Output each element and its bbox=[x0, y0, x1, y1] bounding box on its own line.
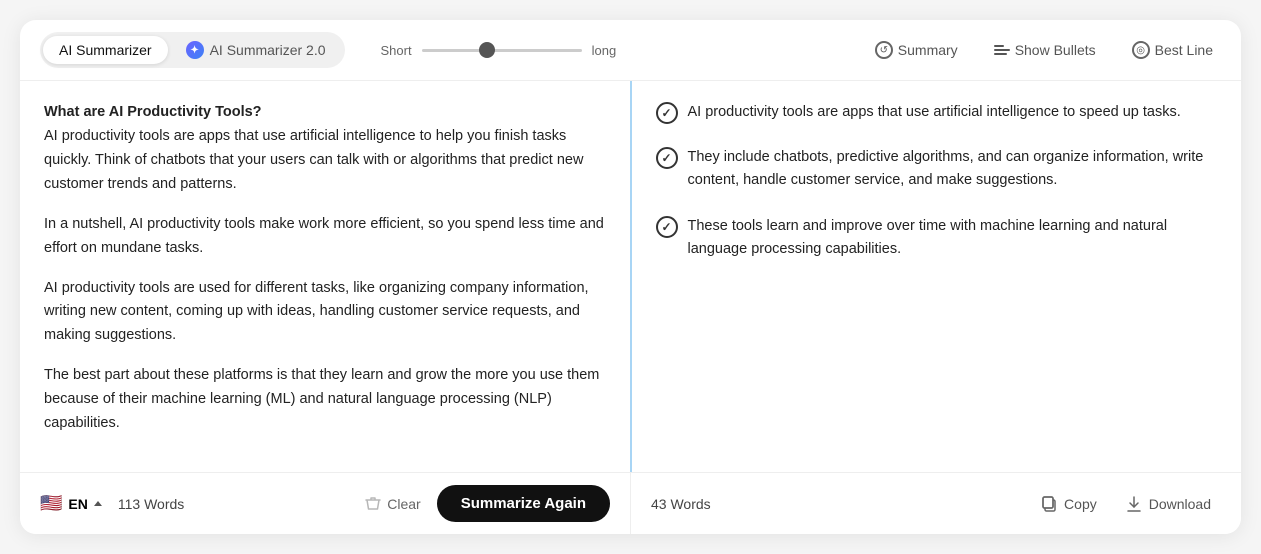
left-word-count: 113 Words bbox=[118, 496, 184, 512]
download-icon bbox=[1125, 495, 1143, 513]
left-paragraph-2: In a nutshell, AI productivity tools mak… bbox=[44, 213, 606, 261]
show-bullets-button[interactable]: Show Bullets bbox=[986, 38, 1104, 62]
ai2-icon: ✦ bbox=[186, 41, 204, 59]
bottom-right: 43 Words Copy Download bbox=[631, 477, 1241, 531]
bullet-item-2: They include chatbots, predictive algori… bbox=[656, 146, 1218, 192]
bottom-bar: 🇺🇸 EN 113 Words Clear Summarize Again 43… bbox=[20, 472, 1241, 534]
language-label: EN bbox=[68, 496, 87, 512]
right-word-count: 43 Words bbox=[651, 496, 711, 512]
bullet-item-1: AI productivity tools are apps that use … bbox=[656, 101, 1218, 124]
left-panel: What are AI Productivity Tools? AI produ… bbox=[20, 81, 632, 472]
left-paragraph-1: What are AI Productivity Tools? AI produ… bbox=[44, 101, 606, 197]
bestline-icon: ◎ bbox=[1132, 41, 1150, 59]
toolbar-right: ↺ Summary Show Bullets ◎ Best Line bbox=[867, 37, 1221, 63]
check-icon-1 bbox=[656, 102, 678, 124]
copy-icon bbox=[1040, 495, 1058, 513]
bottom-left: 🇺🇸 EN 113 Words Clear Summarize Again bbox=[20, 473, 631, 534]
left-paragraph-3: AI productivity tools are used for diffe… bbox=[44, 277, 606, 349]
slider-long-label: long bbox=[592, 43, 617, 58]
app-container: AI Summarizer ✦ AI Summarizer 2.0 Short … bbox=[20, 20, 1241, 534]
bullets-label: Show Bullets bbox=[1015, 42, 1096, 58]
download-button[interactable]: Download bbox=[1115, 489, 1221, 519]
summary-icon: ↺ bbox=[875, 41, 893, 59]
download-label: Download bbox=[1149, 496, 1211, 512]
clear-button[interactable]: Clear bbox=[365, 496, 420, 512]
toolbar: AI Summarizer ✦ AI Summarizer 2.0 Short … bbox=[20, 20, 1241, 81]
check-icon-3 bbox=[656, 216, 678, 238]
bullet-text-3: These tools learn and improve over time … bbox=[688, 215, 1218, 261]
check-icon-2 bbox=[656, 147, 678, 169]
bullet-text-2: They include chatbots, predictive algori… bbox=[688, 146, 1218, 192]
tab-ai-summarizer[interactable]: AI Summarizer bbox=[43, 36, 168, 64]
slider-short-label: Short bbox=[381, 43, 412, 58]
caret-up-icon bbox=[94, 501, 102, 506]
bestline-label: Best Line bbox=[1155, 42, 1213, 58]
copy-label: Copy bbox=[1064, 496, 1097, 512]
tab-ai-summarizer-2[interactable]: ✦ AI Summarizer 2.0 bbox=[170, 35, 342, 65]
clear-label: Clear bbox=[387, 496, 420, 512]
tab-group: AI Summarizer ✦ AI Summarizer 2.0 bbox=[40, 32, 345, 68]
best-line-button[interactable]: ◎ Best Line bbox=[1124, 37, 1221, 63]
length-slider[interactable] bbox=[422, 49, 582, 52]
summary-label: Summary bbox=[898, 42, 958, 58]
bullet-text-1: AI productivity tools are apps that use … bbox=[688, 101, 1181, 124]
main-content: What are AI Productivity Tools? AI produ… bbox=[20, 81, 1241, 472]
tab2-label: AI Summarizer 2.0 bbox=[210, 42, 326, 58]
length-slider-container: Short long bbox=[381, 43, 617, 58]
bullets-icon bbox=[994, 45, 1010, 55]
left-paragraph-4: The best part about these platforms is t… bbox=[44, 364, 606, 436]
summarize-again-button[interactable]: Summarize Again bbox=[437, 485, 610, 522]
right-panel: AI productivity tools are apps that use … bbox=[632, 81, 1242, 472]
bullet-item-3: These tools learn and improve over time … bbox=[656, 215, 1218, 261]
clear-icon bbox=[365, 496, 381, 512]
summary-button[interactable]: ↺ Summary bbox=[867, 37, 966, 63]
copy-button[interactable]: Copy bbox=[1030, 489, 1107, 519]
